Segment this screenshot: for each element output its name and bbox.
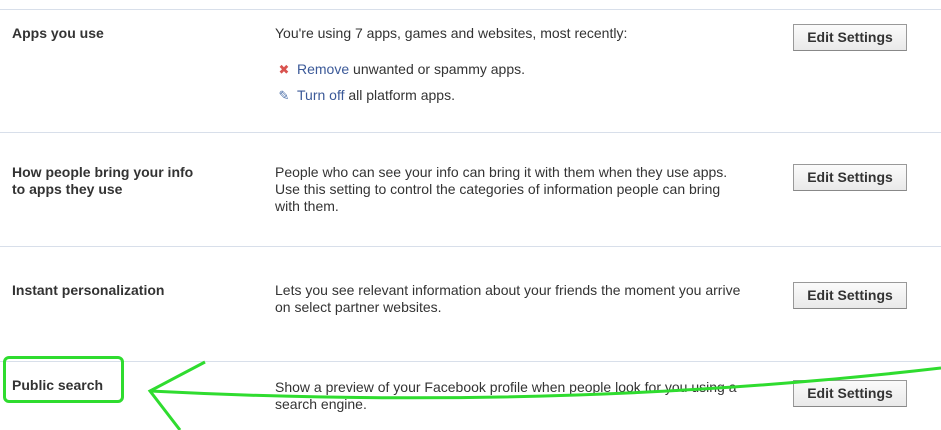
annotation-arrow bbox=[147, 360, 941, 430]
arrow-shaft bbox=[149, 366, 941, 400]
arrow-head bbox=[147, 360, 206, 430]
